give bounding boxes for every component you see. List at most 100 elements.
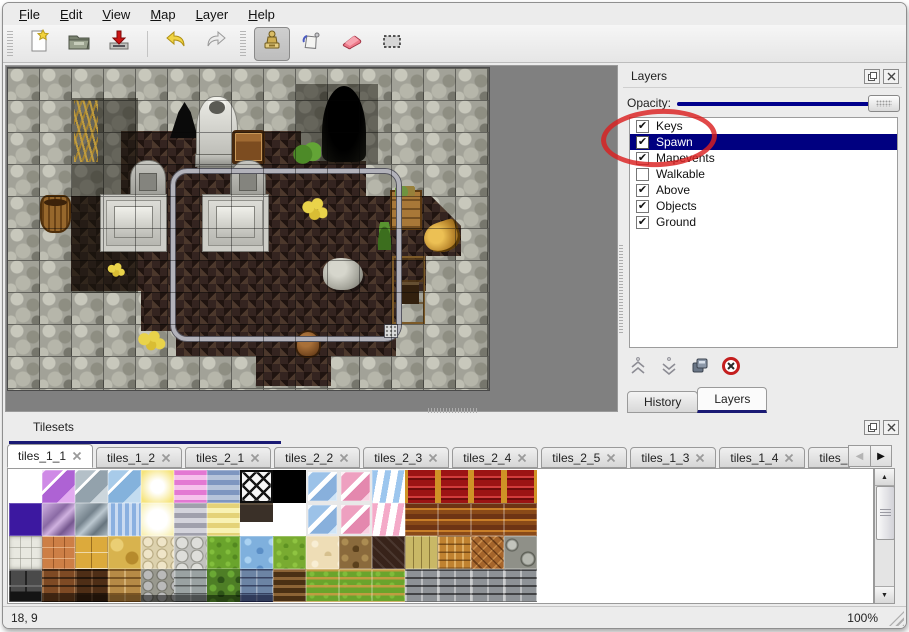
menu-map[interactable]: Map: [140, 5, 185, 24]
float-tilesets-button[interactable]: [864, 420, 880, 435]
tileset-tab-tiles_2_4[interactable]: tiles_2_4: [452, 447, 538, 468]
delete-layer-button[interactable]: [720, 355, 742, 377]
tile-stone-orange[interactable]: [42, 536, 75, 569]
tab-close-icon[interactable]: [339, 453, 349, 463]
tile-stone-brick[interactable]: [438, 569, 471, 602]
tile-pebble-gray[interactable]: [174, 536, 207, 569]
tab-close-icon[interactable]: [161, 453, 171, 463]
layer-row-mapevents[interactable]: ✔Mapevents: [630, 150, 897, 166]
tile-curtain[interactable]: [438, 470, 471, 503]
raise-layer-button[interactable]: [627, 355, 649, 377]
undo-button[interactable]: [158, 27, 194, 61]
tileset-tab-tiles_1_1[interactable]: tiles_1_1: [7, 444, 93, 468]
tile-sand[interactable]: [306, 536, 339, 569]
tile-stripe-brown[interactable]: [438, 503, 471, 536]
select-tool-button[interactable]: [374, 27, 410, 61]
tile-stone-brick[interactable]: [504, 569, 537, 602]
layer-visibility-checkbox[interactable]: ✔: [636, 120, 649, 133]
tile-weave[interactable]: [438, 536, 471, 569]
tile-curtain[interactable]: [471, 470, 504, 503]
tileset-tab-tiles_2_2[interactable]: tiles_2_2: [274, 447, 360, 468]
tile-dirt-debris[interactable]: [339, 536, 372, 569]
menu-edit[interactable]: Edit: [50, 5, 92, 24]
tile-wood-plank[interactable]: [405, 536, 438, 569]
tile-glass-purple[interactable]: [42, 470, 75, 503]
tile-grass2[interactable]: [273, 536, 306, 569]
tab-close-icon[interactable]: [606, 453, 616, 463]
tile-water[interactable]: [240, 536, 273, 569]
tab-close-icon[interactable]: [695, 453, 705, 463]
dock-tab-history[interactable]: History: [627, 391, 698, 413]
tile-sign[interactable]: [240, 503, 273, 536]
layer-visibility-checkbox[interactable]: [636, 168, 649, 181]
tile-ribbon-pink[interactable]: [372, 503, 405, 536]
toolbar-drag-handle[interactable]: [7, 31, 13, 57]
tile-herring[interactable]: [471, 536, 504, 569]
layer-visibility-checkbox[interactable]: ✔: [636, 216, 649, 229]
tab-close-icon[interactable]: [72, 451, 82, 461]
tile-stone-yellow[interactable]: [108, 536, 141, 569]
tab-close-icon[interactable]: [250, 453, 260, 463]
tile-brick-tan[interactable]: [108, 569, 141, 602]
tileset-tab-tiles_2_3[interactable]: tiles_2_3: [363, 447, 449, 468]
tile-pane-pink[interactable]: [339, 470, 372, 503]
close-panel-button[interactable]: [883, 69, 899, 84]
tile-glass-purple-dk[interactable]: [42, 503, 75, 536]
eraser-tool-button[interactable]: [334, 27, 370, 61]
tile-glass-gray[interactable]: [75, 470, 108, 503]
tile-glass-gray-dk[interactable]: [75, 503, 108, 536]
tile-glow-yellow[interactable]: [141, 470, 174, 503]
scrollbar-thumb[interactable]: [876, 486, 895, 540]
tab-close-icon[interactable]: [517, 453, 527, 463]
layer-row-keys[interactable]: ✔Keys: [630, 118, 897, 134]
open-map-button[interactable]: [61, 27, 97, 61]
fill-tool-button[interactable]: [294, 27, 330, 61]
tileset-tab-tiles_1_2[interactable]: tiles_1_2: [96, 447, 182, 468]
tile-grass-path[interactable]: [306, 569, 339, 602]
tile-lattice[interactable]: [240, 470, 273, 503]
tile-brick-dbrown[interactable]: [75, 569, 108, 602]
tile-water-anim[interactable]: [108, 503, 141, 536]
tile-rubble[interactable]: [141, 569, 174, 602]
menu-view[interactable]: View: [92, 5, 140, 24]
duplicate-layer-button[interactable]: [689, 355, 711, 377]
tile-hedge[interactable]: [207, 569, 240, 602]
tile-glass-blue[interactable]: [108, 470, 141, 503]
tab-scroll-left-button[interactable]: ◀: [848, 445, 870, 467]
tile-stripe-blue[interactable]: [207, 470, 240, 503]
tile-stripe-gray[interactable]: [174, 503, 207, 536]
tile-tile-yellow[interactable]: [75, 536, 108, 569]
tile-grass-path[interactable]: [339, 569, 372, 602]
layer-row-above[interactable]: ✔Above: [630, 182, 897, 198]
tile-purple[interactable]: [9, 503, 42, 536]
scroll-up-button[interactable]: ▲: [875, 469, 894, 486]
tileset-scrollbar[interactable]: ▲ ▼: [874, 468, 895, 604]
opacity-slider-handle[interactable]: [868, 95, 900, 112]
tab-scroll-right-button[interactable]: ▶: [870, 445, 892, 467]
menu-layer[interactable]: Layer: [186, 5, 239, 24]
tileset-content[interactable]: [7, 468, 874, 604]
tile-pane-pink[interactable]: [339, 503, 372, 536]
layer-visibility-checkbox[interactable]: ✔: [636, 184, 649, 197]
lower-layer-button[interactable]: [658, 355, 680, 377]
tile-stripe-brown[interactable]: [405, 503, 438, 536]
save-map-button[interactable]: [101, 27, 137, 61]
tilesets-titlebar[interactable]: Tilesets: [3, 415, 902, 439]
tile-wood-dark[interactable]: [372, 536, 405, 569]
tab-close-icon[interactable]: [428, 453, 438, 463]
tile-stripe-brown[interactable]: [471, 503, 504, 536]
tile-pebble-beige[interactable]: [141, 536, 174, 569]
scroll-down-button[interactable]: ▼: [875, 586, 894, 603]
menu-file[interactable]: File: [9, 5, 50, 24]
tile-stone-brick[interactable]: [405, 569, 438, 602]
stamp-tool-button[interactable]: [254, 27, 290, 61]
tileset-tab-tiles_2_5[interactable]: tiles_2_5: [541, 447, 627, 468]
tile-glow-pale[interactable]: [141, 503, 174, 536]
tile-grass[interactable]: [207, 536, 240, 569]
layer-row-spawn[interactable]: ✔Spawn: [630, 134, 897, 150]
layer-visibility-checkbox[interactable]: ✔: [636, 136, 649, 149]
toolbar-drag-handle-2[interactable]: [240, 31, 246, 57]
layer-visibility-checkbox[interactable]: ✔: [636, 200, 649, 213]
tile-brick-blue[interactable]: [240, 569, 273, 602]
tileset-tab-tiles_1_4[interactable]: tiles_1_4: [719, 447, 805, 468]
